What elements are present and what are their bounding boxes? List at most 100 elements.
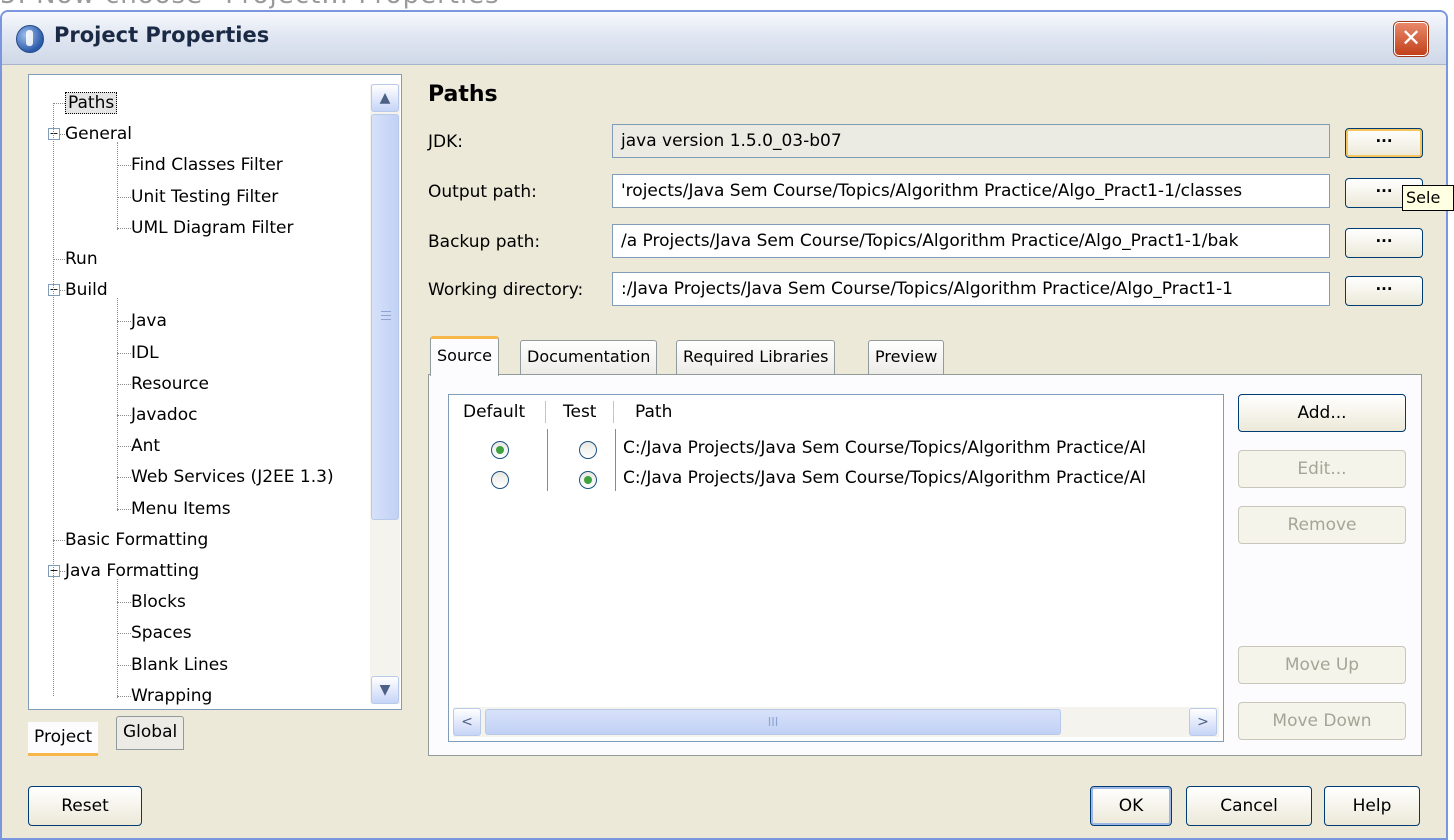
grip-line bbox=[381, 315, 391, 316]
output-path-field[interactable]: 'rojects/Java Sem Course/Topics/Algorith… bbox=[612, 174, 1330, 208]
add-button[interactable]: Add... bbox=[1238, 394, 1406, 432]
remove-button[interactable]: Remove bbox=[1238, 506, 1406, 544]
scroll-up-button[interactable]: ▲ bbox=[371, 84, 399, 112]
tree-connector bbox=[117, 633, 131, 635]
tree-connector bbox=[117, 196, 131, 198]
grip-line bbox=[381, 311, 391, 312]
output-path-label: Output path: bbox=[428, 182, 537, 202]
scroll-thumb[interactable] bbox=[371, 114, 399, 520]
move-up-button[interactable]: Move Up bbox=[1238, 646, 1406, 684]
tree-item-label: IDL bbox=[131, 342, 159, 363]
tab-global[interactable]: Global bbox=[116, 716, 185, 750]
tab-preview[interactable]: Preview bbox=[868, 340, 945, 374]
collapse-toggle-icon[interactable]: − bbox=[48, 565, 60, 577]
tab-documentation[interactable]: Documentation bbox=[520, 340, 658, 374]
tree-item-ant[interactable]: Ant bbox=[131, 435, 160, 457]
scroll-right-button[interactable]: > bbox=[1189, 708, 1217, 736]
path-cell[interactable]: C:/Java Projects/Java Sem Course/Topics/… bbox=[623, 438, 1146, 458]
tree-item-java-formatting[interactable]: Java Formatting bbox=[65, 560, 199, 582]
tree-item-blocks[interactable]: Blocks bbox=[131, 591, 186, 613]
column-header-default[interactable]: Default bbox=[463, 397, 525, 427]
working-directory-field[interactable]: :/Java Projects/Java Sem Course/Topics/A… bbox=[612, 272, 1330, 306]
tree-item-paths[interactable]: Paths bbox=[65, 92, 118, 114]
tree-item-java[interactable]: Java bbox=[131, 310, 167, 332]
tree-item-menu-items[interactable]: Menu Items bbox=[131, 498, 231, 520]
tree-item-web-services-j2ee-1-3[interactable]: Web Services (J2EE 1.3) bbox=[131, 466, 334, 488]
tree-item-label: Web Services (J2EE 1.3) bbox=[131, 467, 334, 488]
tree-item-find-classes-filter[interactable]: Find Classes Filter bbox=[131, 154, 283, 176]
tree-item-label: Paths bbox=[65, 92, 118, 114]
jdk-browse-button[interactable]: ··· bbox=[1345, 128, 1423, 158]
tree-item-label: Basic Formatting bbox=[65, 529, 209, 550]
ok-button[interactable]: OK bbox=[1090, 786, 1172, 826]
tree-item-label: Blank Lines bbox=[131, 654, 229, 675]
tree-branch-line bbox=[117, 298, 118, 511]
tree-item-label: Ant bbox=[131, 436, 161, 457]
working-directory-label: Working directory: bbox=[428, 280, 584, 300]
default-radio[interactable] bbox=[491, 441, 509, 459]
source-path-table: Default Test Path C:/Java Projects/Java … bbox=[448, 394, 1224, 742]
collapse-toggle-icon[interactable]: − bbox=[48, 284, 60, 297]
tree-item-label: Resource bbox=[131, 373, 209, 394]
edit-button[interactable]: Edit... bbox=[1238, 450, 1406, 488]
tree-item-basic-formatting[interactable]: Basic Formatting bbox=[65, 529, 208, 551]
cropped-caption: 5. Now choose "Project... Properties" bbox=[0, 0, 700, 10]
reset-button[interactable]: Reset bbox=[28, 786, 142, 826]
horizontal-scroll-thumb[interactable]: III bbox=[485, 709, 1061, 735]
tooltip: Sele bbox=[1402, 185, 1454, 211]
tree-connector bbox=[53, 259, 65, 260]
tree-vertical-scrollbar[interactable]: ▲ ▼ bbox=[370, 84, 400, 704]
tree-item-label: Javadoc bbox=[131, 405, 198, 425]
working-directory-browse-button[interactable]: ··· bbox=[1345, 276, 1423, 306]
tree-item-uml-diagram-filter[interactable]: UML Diagram Filter bbox=[131, 217, 293, 239]
tree-item-label: Find Classes Filter bbox=[131, 155, 283, 176]
window-title: Project Properties bbox=[54, 23, 270, 47]
cancel-button[interactable]: Cancel bbox=[1186, 786, 1312, 826]
default-radio[interactable] bbox=[491, 471, 509, 489]
tree-connector bbox=[117, 664, 131, 666]
tree-item-label: Java Formatting bbox=[65, 561, 200, 581]
settings-tree: Paths − General Find Classes Filter Unit Tes… bbox=[28, 74, 402, 710]
tree-connector bbox=[117, 227, 131, 229]
close-button[interactable]: ✕ bbox=[1394, 22, 1428, 56]
tree-item-general[interactable]: General bbox=[65, 123, 132, 145]
tree-root-line bbox=[53, 103, 54, 696]
column-header-path[interactable]: Path bbox=[635, 397, 672, 427]
test-radio[interactable] bbox=[579, 471, 597, 489]
tree-item-label: Spaces bbox=[131, 623, 192, 644]
tree-item-javadoc[interactable]: Javadoc bbox=[131, 404, 197, 426]
tree-item-resource[interactable]: Resource bbox=[131, 373, 209, 395]
tree-item-label: Blocks bbox=[131, 592, 186, 613]
tree-connector bbox=[117, 508, 131, 510]
help-button[interactable]: Help bbox=[1324, 786, 1420, 826]
test-radio[interactable] bbox=[579, 441, 597, 459]
scroll-down-button[interactable]: ▼ bbox=[371, 676, 399, 704]
header-separator bbox=[545, 401, 546, 423]
column-header-test[interactable]: Test bbox=[563, 397, 596, 427]
column-separator bbox=[615, 429, 616, 491]
tree-item-unit-testing-filter[interactable]: Unit Testing Filter bbox=[131, 186, 278, 208]
tree-item-idl[interactable]: IDL bbox=[131, 342, 159, 364]
path-cell[interactable]: C:/Java Projects/Java Sem Course/Topics/… bbox=[623, 468, 1146, 488]
tree-item-build[interactable]: Build bbox=[65, 279, 108, 301]
tree-item-run[interactable]: Run bbox=[65, 248, 98, 270]
move-down-button[interactable]: Move Down bbox=[1238, 702, 1406, 740]
table-horizontal-scrollbar[interactable]: < III > bbox=[453, 707, 1219, 737]
tree-item-blank-lines[interactable]: Blank Lines bbox=[131, 654, 228, 676]
tree-item-wrapping[interactable]: Wrapping bbox=[131, 685, 212, 707]
tab-project[interactable]: Project bbox=[28, 722, 99, 756]
tab-source[interactable]: Source bbox=[430, 336, 499, 376]
tree-item-spaces[interactable]: Spaces bbox=[131, 622, 192, 644]
tree-item-label: General bbox=[65, 124, 132, 145]
backup-path-field[interactable]: /a Projects/Java Sem Course/Topics/Algor… bbox=[612, 224, 1330, 258]
tab-required-libraries[interactable]: Required Libraries bbox=[676, 340, 836, 374]
scroll-left-button[interactable]: < bbox=[453, 708, 481, 736]
tree-connector bbox=[117, 602, 131, 604]
collapse-toggle-icon[interactable]: − bbox=[48, 128, 60, 141]
backup-path-browse-button[interactable]: ··· bbox=[1345, 228, 1423, 258]
column-separator bbox=[547, 429, 548, 491]
grip-line bbox=[381, 319, 391, 320]
tree-item-label: Unit Testing Filter bbox=[131, 186, 279, 207]
tree-connector bbox=[117, 415, 131, 416]
jdk-field: java version 1.5.0_03-b07 bbox=[612, 124, 1330, 158]
